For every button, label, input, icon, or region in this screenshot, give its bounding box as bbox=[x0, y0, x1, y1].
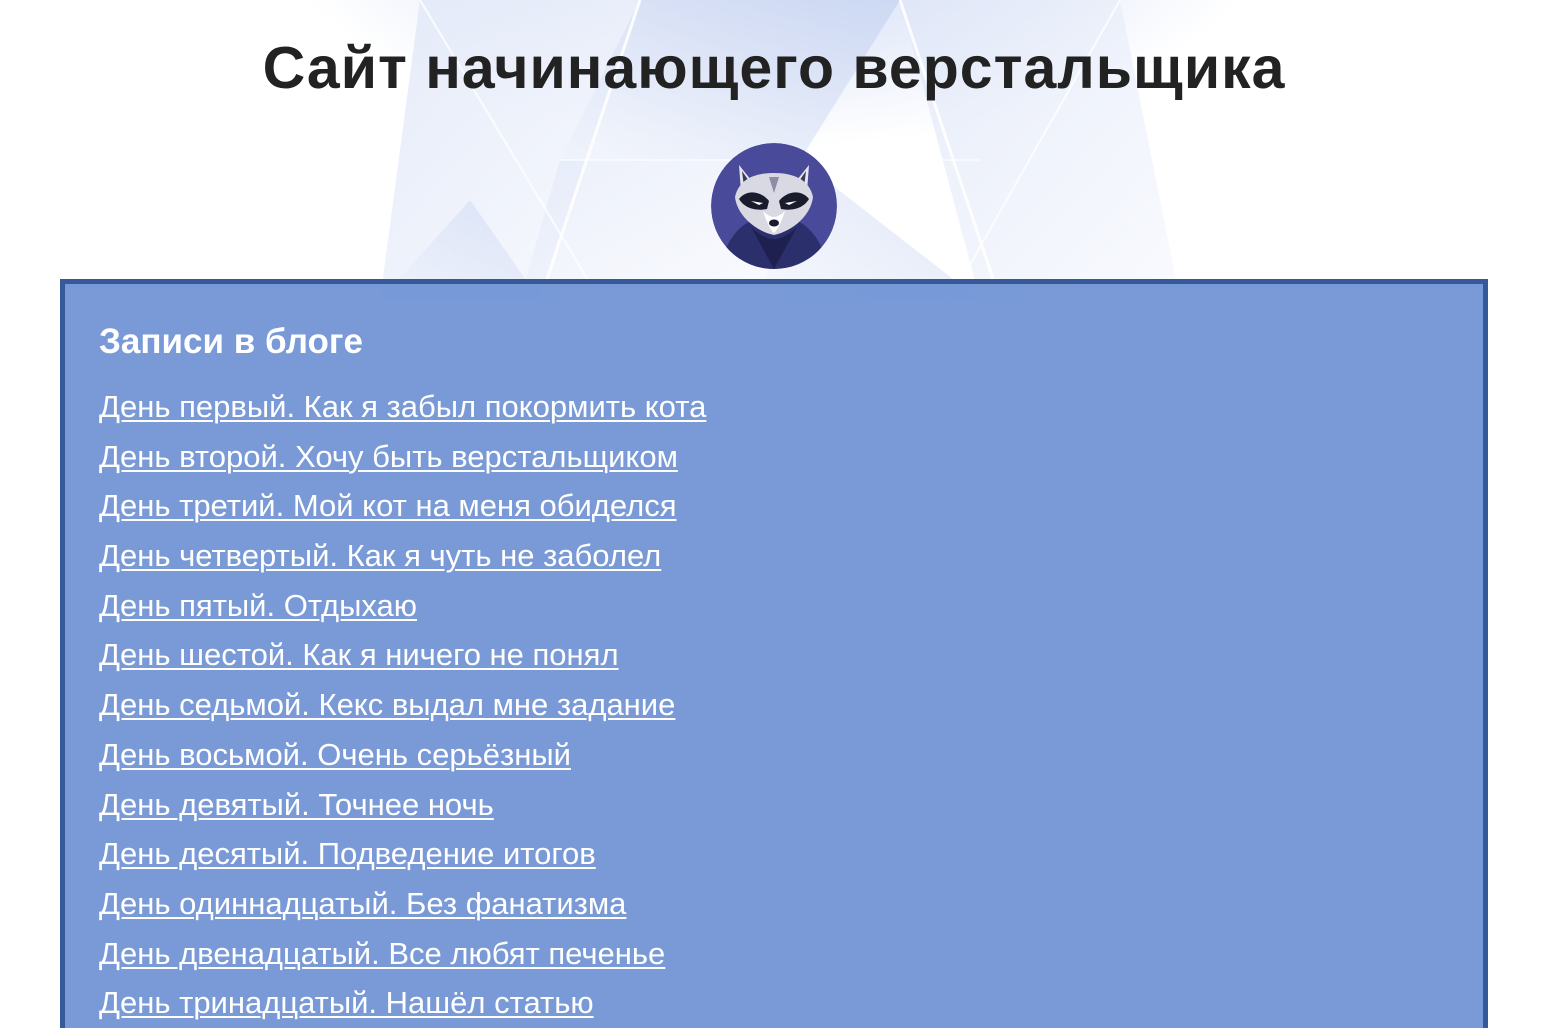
list-item: День десятый. Подведение итогов bbox=[99, 837, 706, 887]
blog-post-link[interactable]: День восьмой. Очень серьёзный bbox=[99, 737, 571, 772]
list-item: День одиннадцатый. Без фанатизма bbox=[99, 886, 706, 937]
list-item: День девятый. Точнее ночь bbox=[99, 787, 706, 838]
list-item: День первый. Как я забыл покормить кота bbox=[99, 390, 706, 440]
blog-post-link[interactable]: День тринадцатый. Нашёл статью bbox=[99, 985, 594, 1020]
blog-post-link[interactable]: День третий. Мой кот на меня обиделся bbox=[99, 488, 676, 523]
list-item: День второй. Хочу быть верстальщиком bbox=[99, 439, 706, 490]
page-title: Сайт начинающего верстальщика bbox=[262, 35, 1286, 101]
blog-post-link[interactable]: День десятый. Подведение итогов bbox=[99, 836, 596, 871]
list-item: День восьмой. Очень серьёзный bbox=[99, 737, 706, 788]
list-item: День четвертый. Как я чуть не заболел bbox=[99, 539, 706, 589]
blog-post-link[interactable]: День пятый. Отдыхаю bbox=[99, 588, 417, 623]
blog-post-link[interactable]: День двенадцатый. Все любят печенье bbox=[99, 936, 665, 971]
blog-panel: Записи в блоге День первый. Как я забыл … bbox=[60, 279, 1488, 1028]
list-item: День третий. Мой кот на меня обиделся bbox=[99, 489, 706, 539]
blog-post-link[interactable]: День девятый. Точнее ночь bbox=[99, 787, 494, 822]
list-item: День седьмой. Кекс выдал мне задание bbox=[99, 688, 706, 738]
blog-post-link[interactable]: День первый. Как я забыл покормить кота bbox=[99, 389, 706, 424]
blog-post-link[interactable]: День четвертый. Как я чуть не заболел bbox=[99, 538, 661, 573]
list-item: День пятый. Отдыхаю bbox=[99, 588, 706, 639]
blog-heading: Записи в блоге bbox=[99, 322, 363, 361]
list-item: День тринадцатый. Нашёл статью bbox=[99, 986, 706, 1028]
avatar bbox=[711, 143, 837, 269]
blog-post-link[interactable]: День шестой. Как я ничего не понял bbox=[99, 637, 619, 672]
blog-post-link[interactable]: День седьмой. Кекс выдал мне задание bbox=[99, 687, 675, 722]
blog-post-link[interactable]: День второй. Хочу быть верстальщиком bbox=[99, 439, 678, 474]
raccoon-icon bbox=[711, 143, 837, 269]
blog-post-link[interactable]: День одиннадцатый. Без фанатизма bbox=[99, 886, 626, 921]
list-item: День шестой. Как я ничего не понял bbox=[99, 638, 706, 688]
blog-post-list: День первый. Как я забыл покормить кота … bbox=[99, 390, 706, 1028]
list-item: День двенадцатый. Все любят печенье bbox=[99, 936, 706, 987]
